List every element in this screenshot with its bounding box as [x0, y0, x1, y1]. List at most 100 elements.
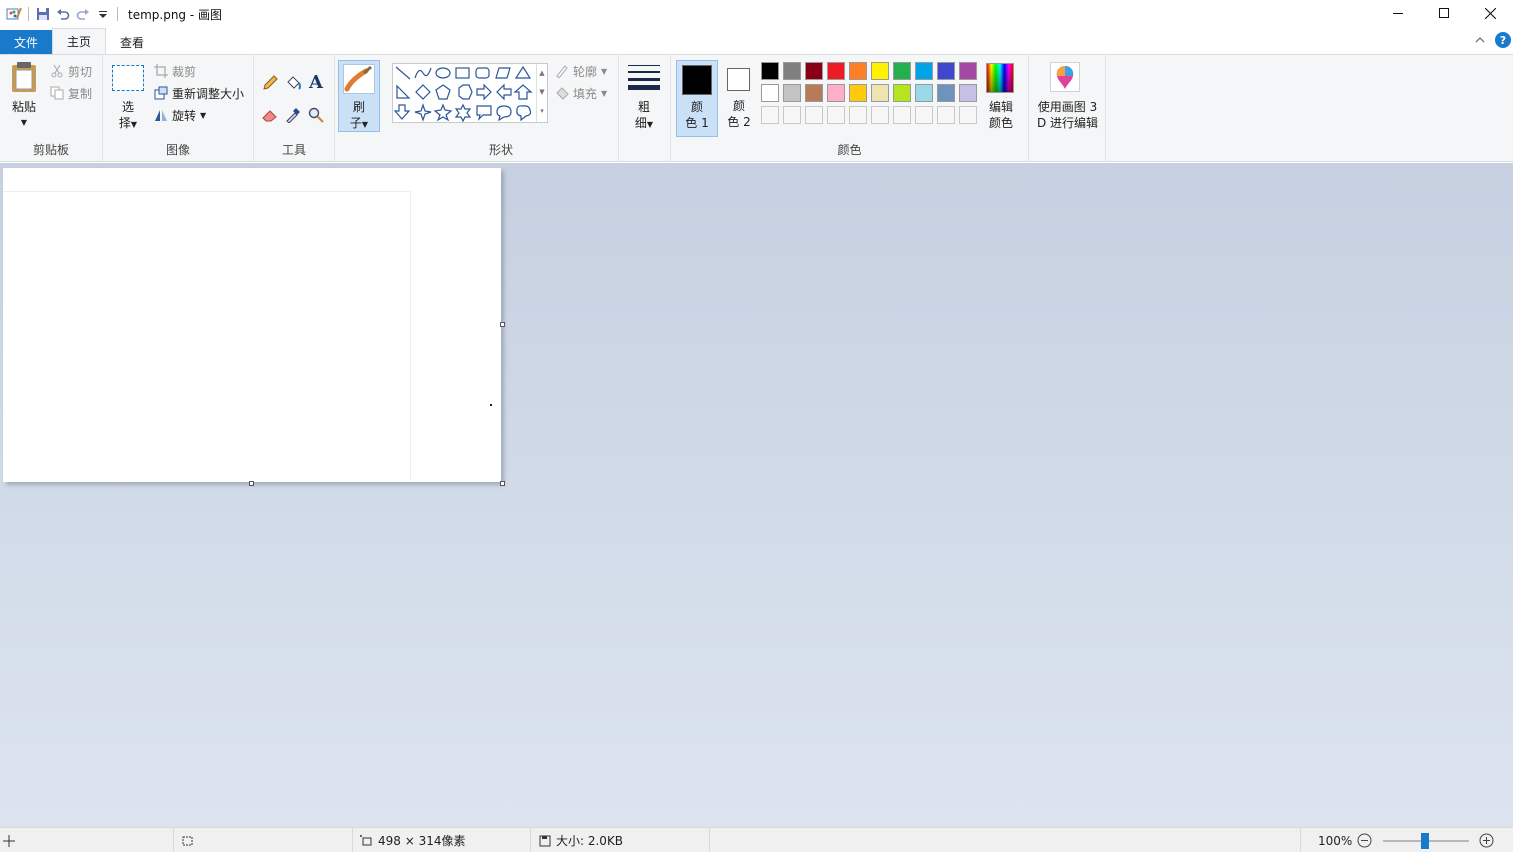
resize-label: 重新调整大小 [172, 86, 245, 101]
separator [173, 828, 174, 852]
brushes-button[interactable]: 刷 子▼ [338, 60, 380, 132]
palette-empty-swatch[interactable] [761, 106, 779, 124]
palette-color-swatch[interactable] [827, 62, 845, 80]
undo-icon[interactable] [53, 4, 73, 24]
palette-empty-swatch[interactable] [849, 106, 867, 124]
select-icon[interactable] [112, 65, 144, 91]
color2-button[interactable]: 颜 色 2 [719, 60, 759, 137]
palette-color-swatch[interactable] [805, 84, 823, 102]
select-button[interactable]: 选 择▼ [113, 99, 143, 133]
resize-handle-bottom[interactable] [249, 481, 254, 486]
rotate-dropdown-icon: ▼ [200, 110, 207, 120]
palette-color-swatch[interactable] [893, 84, 911, 102]
paste-icon[interactable] [10, 61, 38, 96]
edit-colors-icon[interactable] [986, 63, 1014, 93]
separator [352, 828, 353, 852]
palette-color-swatch[interactable] [937, 84, 955, 102]
zoom-slider-thumb[interactable] [1421, 833, 1429, 849]
maximize-button[interactable] [1421, 0, 1467, 26]
color1-button[interactable]: 颜 色 1 [676, 60, 718, 137]
palette-color-swatch[interactable] [915, 62, 933, 80]
line-width-icon[interactable] [627, 63, 661, 94]
outline-button[interactable]: 轮廓 ▼ [555, 61, 607, 81]
palette-color-swatch[interactable] [761, 84, 779, 102]
palette-color-swatch[interactable] [893, 62, 911, 80]
crop-button[interactable]: 裁剪 [154, 61, 196, 81]
collapse-ribbon-icon[interactable] [1475, 36, 1485, 44]
palette-color-swatch[interactable] [871, 62, 889, 80]
minimize-button[interactable] [1375, 0, 1421, 26]
paint3d-label-line1: 使用画图 3 [1037, 100, 1098, 114]
palette-color-swatch[interactable] [761, 62, 779, 80]
four-point-star-icon [414, 103, 432, 122]
canvas-workspace[interactable] [0, 163, 1513, 827]
rotate-button[interactable]: 旋转 ▼ [154, 105, 206, 125]
resize-button[interactable]: 重新调整大小 [154, 83, 244, 103]
palette-empty-swatch[interactable] [915, 106, 933, 124]
palette-color-swatch[interactable] [915, 84, 933, 102]
resize-handle-right[interactable] [500, 322, 505, 327]
save-icon[interactable] [33, 4, 53, 24]
palette-color-swatch[interactable] [937, 62, 955, 80]
color-picker-icon[interactable] [285, 107, 301, 126]
size-button[interactable]: 粗 细▼ [625, 99, 663, 133]
paint-app-icon[interactable] [4, 4, 24, 24]
customize-dropdown-icon[interactable] [93, 4, 113, 24]
paint3d-button[interactable]: 使用画图 3 D 进行编辑 [1029, 99, 1106, 131]
copy-button[interactable]: 复制 [50, 83, 92, 103]
dimensions-text: 498 × 314像素 [378, 834, 466, 848]
palette-color-swatch[interactable] [959, 84, 977, 102]
palette-color-swatch[interactable] [827, 84, 845, 102]
help-icon[interactable]: ? [1495, 32, 1511, 48]
palette-empty-swatch[interactable] [783, 106, 801, 124]
cut-button[interactable]: 剪切 [50, 61, 92, 81]
shapes-scroll[interactable]: ▲ ▼ ▾ [536, 64, 547, 122]
tools-group-label: 工具 [281, 143, 306, 157]
resize-handle-corner[interactable] [500, 481, 505, 486]
fill-icon [556, 87, 569, 100]
image-group: 选 择▼ 裁剪 重新调整大小 旋转 ▼ 图像 [103, 55, 254, 161]
six-point-star-icon [454, 103, 472, 123]
palette-empty-swatch[interactable] [937, 106, 955, 124]
redo-icon[interactable] [73, 4, 93, 24]
palette-empty-swatch[interactable] [871, 106, 889, 124]
drawing-canvas[interactable] [3, 168, 501, 482]
clipboard-group: 粘贴 ▼ 剪切 复制 剪贴板 [0, 55, 103, 161]
palette-empty-swatch[interactable] [893, 106, 911, 124]
close-button[interactable] [1467, 0, 1513, 26]
palette-empty-swatch[interactable] [827, 106, 845, 124]
paint3d-icon[interactable] [1050, 62, 1080, 92]
palette-empty-swatch[interactable] [959, 106, 977, 124]
magnifier-icon[interactable] [308, 107, 324, 126]
selection-icon [182, 836, 193, 845]
polygon-shape-icon [495, 67, 511, 79]
edit-colors-label-bottom: 颜色 [988, 116, 1013, 130]
palette-color-swatch[interactable] [959, 62, 977, 80]
select-label-top: 选 [121, 100, 134, 114]
eraser-icon[interactable] [262, 107, 278, 126]
tab-home[interactable]: 主页 [52, 28, 107, 54]
paste-button[interactable]: 粘贴 ▼ [6, 99, 42, 131]
palette-color-swatch[interactable] [783, 62, 801, 80]
pencil-icon[interactable] [262, 75, 278, 94]
palette-color-swatch[interactable] [783, 84, 801, 102]
oval-callout-icon [496, 105, 512, 122]
zoom-out-icon [1357, 833, 1372, 848]
zoom-out-button[interactable] [1357, 828, 1372, 852]
edit-colors-button[interactable]: 编辑 颜色 [981, 99, 1021, 131]
brush-icon [343, 64, 375, 94]
canvas-faint-line [3, 191, 410, 192]
tab-file[interactable]: 文件 [0, 30, 53, 54]
zoom-in-button[interactable] [1479, 828, 1494, 852]
palette-empty-swatch[interactable] [805, 106, 823, 124]
palette-color-swatch[interactable] [871, 84, 889, 102]
palette-color-swatch[interactable] [849, 84, 867, 102]
color1-label: 颜 色 1 [685, 100, 709, 130]
tab-view[interactable]: 查看 [106, 30, 158, 54]
fill-bucket-icon[interactable] [285, 75, 301, 94]
separator [117, 7, 118, 21]
fill-button[interactable]: 填充 ▼ [555, 83, 607, 103]
text-tool-icon[interactable]: A [309, 72, 323, 93]
palette-color-swatch[interactable] [805, 62, 823, 80]
palette-color-swatch[interactable] [849, 62, 867, 80]
